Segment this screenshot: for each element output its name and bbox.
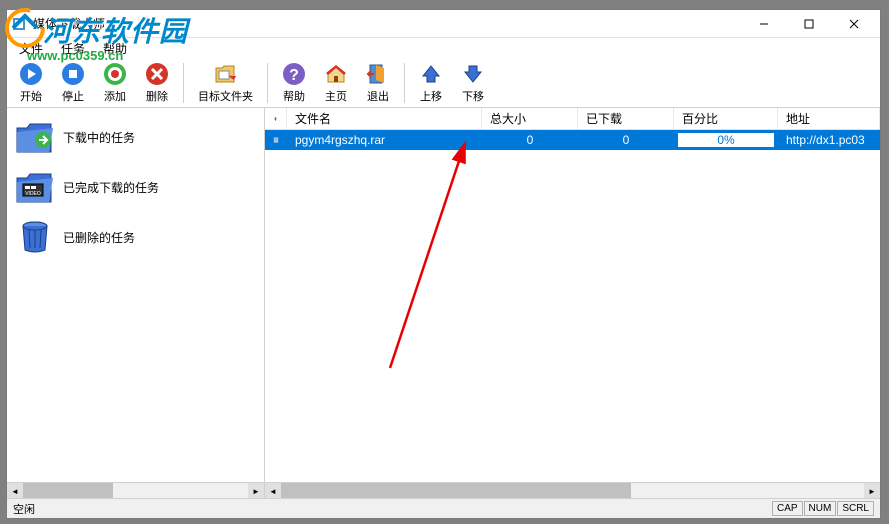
sidebar-horizontal-scrollbar[interactable]: ◄ ► <box>7 482 264 498</box>
svg-text:VIDEO: VIDEO <box>25 191 41 197</box>
table-row[interactable]: pgym4rgszhq.rar 0 0 0% http://dx1.pc03 <box>265 130 880 150</box>
cell-address: http://dx1.pc03 <box>778 131 880 149</box>
menu-file[interactable]: 文件 <box>11 38 51 59</box>
trash-icon <box>15 218 55 256</box>
delete-button[interactable]: 删除 <box>137 60 177 106</box>
cell-downloaded: 0 <box>578 131 674 149</box>
scroll-right-arrow[interactable]: ► <box>248 483 264 498</box>
sidebar-item-deleted[interactable]: 已删除的任务 <box>11 212 260 262</box>
scroll-right-arrow[interactable]: ► <box>864 483 880 498</box>
cell-filename: pgym4rgszhq.rar <box>287 131 482 149</box>
sidebar-item-completed[interactable]: VIDEO 已完成下载的任务 <box>11 162 260 212</box>
menu-task[interactable]: 任务 <box>53 38 93 59</box>
toolbar: 开始 停止 添加 删除 目标文件夹 ? 帮助 主页 退出 <box>7 58 880 108</box>
scroll-thumb[interactable] <box>23 483 113 498</box>
cell-percent-wrapper: 0% <box>674 130 778 150</box>
menu-help[interactable]: 帮助 <box>95 38 135 59</box>
main-horizontal-scrollbar[interactable]: ◄ ► <box>265 482 880 498</box>
list-header: 文件名 总大小 已下载 百分比 地址 <box>265 108 880 130</box>
arrow-down-icon <box>461 62 485 86</box>
sidebar-label: 已删除的任务 <box>63 229 135 246</box>
pin-icon <box>273 113 278 125</box>
column-downloaded[interactable]: 已下载 <box>578 108 674 129</box>
column-totalsize[interactable]: 总大小 <box>482 108 578 129</box>
app-window: 媒体下载大师 文件 任务 帮助 开始 停止 添加 删除 <box>6 9 881 519</box>
scroll-thumb[interactable] <box>281 483 631 498</box>
content-area: 下载中的任务 VIDEO 已完成下载的任务 已删除的任务 ◄ ► <box>7 108 880 498</box>
scroll-left-arrow[interactable]: ◄ <box>7 483 23 498</box>
toolbar-separator <box>404 63 405 103</box>
start-button[interactable]: 开始 <box>11 60 51 106</box>
progress-bar: 0% <box>677 132 775 148</box>
help-icon: ? <box>282 62 306 86</box>
svg-text:?: ? <box>289 67 299 84</box>
titlebar: 媒体下载大师 <box>7 10 880 38</box>
minimize-button[interactable] <box>741 10 786 38</box>
column-percent[interactable]: 百分比 <box>674 108 778 129</box>
toolbar-separator <box>267 63 268 103</box>
pin-column[interactable] <box>265 108 287 129</box>
add-button[interactable]: 添加 <box>95 60 135 106</box>
exit-icon <box>366 62 390 86</box>
toolbar-separator <box>183 63 184 103</box>
file-icon <box>273 133 279 147</box>
column-address[interactable]: 地址 <box>778 108 880 129</box>
completed-folder-icon: VIDEO <box>15 168 55 206</box>
exit-button[interactable]: 退出 <box>358 60 398 106</box>
status-text: 空闲 <box>13 501 771 517</box>
column-filename[interactable]: 文件名 <box>287 108 482 129</box>
list-body: pgym4rgszhq.rar 0 0 0% http://dx1.pc03 <box>265 130 880 482</box>
sidebar-label: 下载中的任务 <box>63 129 135 146</box>
play-icon <box>19 62 43 86</box>
stop-icon <box>61 62 85 86</box>
help-button[interactable]: ? 帮助 <box>274 60 314 106</box>
move-down-button[interactable]: 下移 <box>453 60 493 106</box>
add-icon <box>103 62 127 86</box>
delete-icon <box>145 62 169 86</box>
statusbar: 空闲 CAP NUM SCRL <box>7 498 880 518</box>
status-cap: CAP <box>772 501 803 516</box>
cell-totalsize: 0 <box>482 131 578 149</box>
sidebar-label: 已完成下载的任务 <box>63 179 159 196</box>
close-button[interactable] <box>831 10 876 38</box>
folder-icon <box>214 62 238 86</box>
home-button[interactable]: 主页 <box>316 60 356 106</box>
sidebar: 下载中的任务 VIDEO 已完成下载的任务 已删除的任务 ◄ ► <box>7 108 265 498</box>
main-panel: 文件名 总大小 已下载 百分比 地址 pgym4rgszhq.rar 0 0 0… <box>265 108 880 498</box>
menubar: 文件 任务 帮助 <box>7 38 880 58</box>
status-scrl: SCRL <box>837 501 874 516</box>
maximize-button[interactable] <box>786 10 831 38</box>
scroll-left-arrow[interactable]: ◄ <box>265 483 281 498</box>
arrow-up-icon <box>419 62 443 86</box>
downloading-folder-icon <box>15 118 55 156</box>
home-icon <box>324 62 348 86</box>
sidebar-item-downloading[interactable]: 下载中的任务 <box>11 112 260 162</box>
row-icon-cell <box>265 131 287 149</box>
window-title: 媒体下载大师 <box>33 15 741 32</box>
app-icon <box>11 16 27 32</box>
status-num: NUM <box>804 501 837 516</box>
move-up-button[interactable]: 上移 <box>411 60 451 106</box>
stop-button[interactable]: 停止 <box>53 60 93 106</box>
target-folder-button[interactable]: 目标文件夹 <box>190 60 261 106</box>
